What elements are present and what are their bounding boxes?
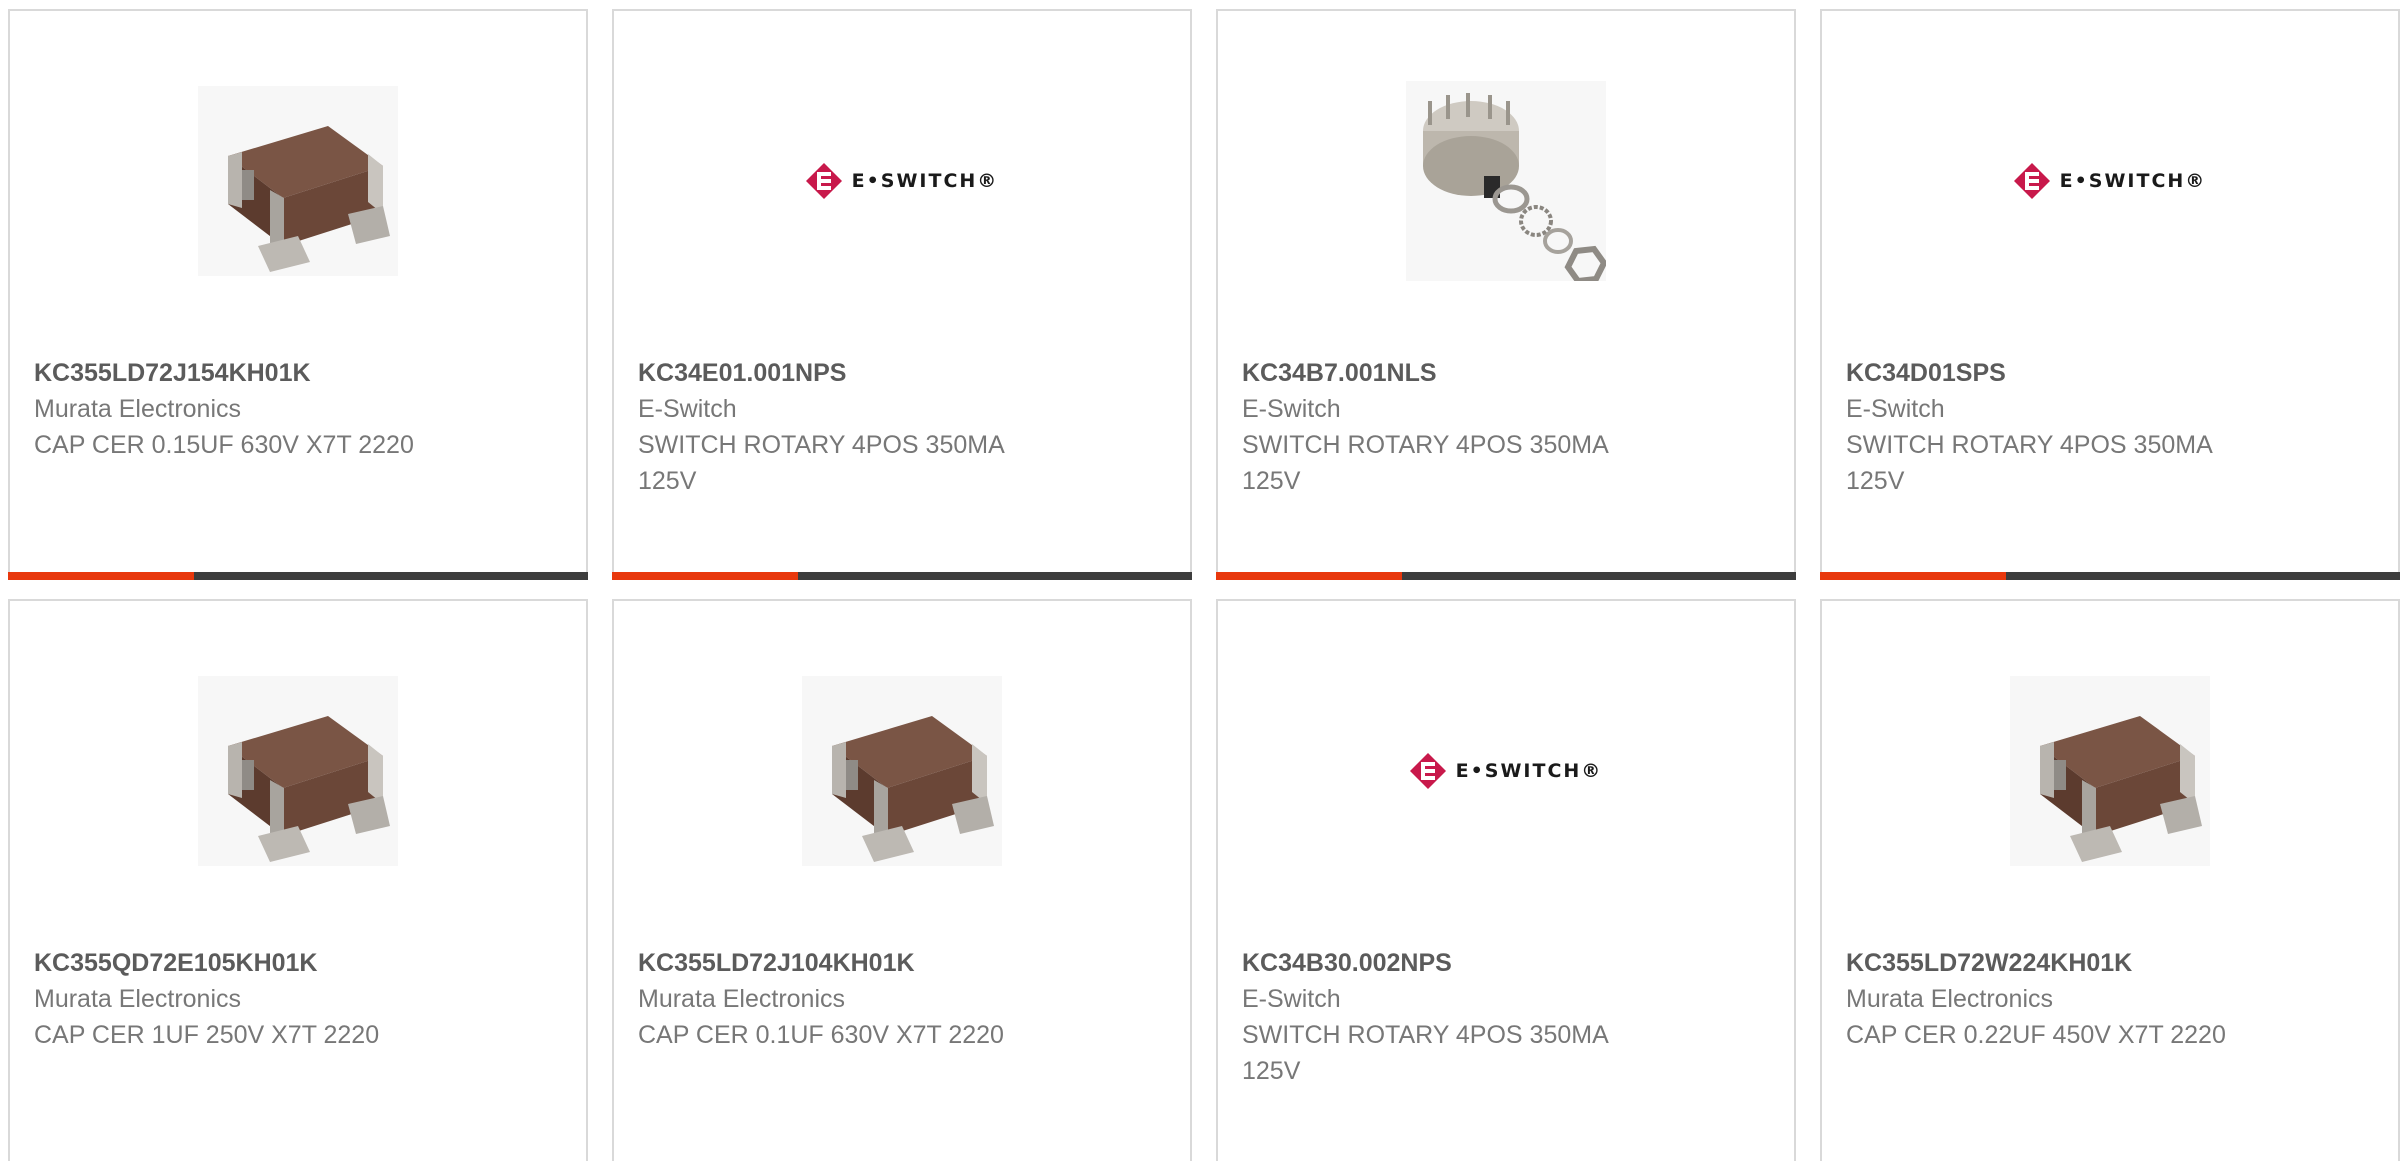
manufacturer: Murata Electronics [34,395,242,423]
description: SWITCH ROTARY 4POS 350MA 125V [1242,1021,1608,1085]
description: CAP CER 0.1UF 630V X7T 2220 [638,1021,1004,1049]
product-info: KC34B7.001NLS E-Switch SWITCH ROTARY 4PO… [1242,355,1770,499]
part-number[interactable]: KC355QD72E105KH01K [34,945,562,981]
product-thumbnail[interactable] [10,81,586,281]
manufacturer: E-Switch [638,395,737,423]
part-number[interactable]: KC355LD72J154KH01K [34,355,562,391]
eswitch-logo-mark-icon [805,163,842,199]
product-info: KC34E01.001NPS E-Switch SWITCH ROTARY 4P… [638,355,1166,499]
eswitch-logo-mark-icon [2013,163,2050,199]
capacitor-image [2010,676,2210,866]
eswitch-logo-text: E•SWITCH® [1455,760,1603,782]
manufacturer: E-Switch [1242,395,1341,423]
product-card[interactable]: E•SWITCH® KC34E01.001NPS E-Switch SWITCH… [612,9,1192,580]
product-info: KC355QD72E105KH01K Murata Electronics CA… [34,945,562,1053]
manufacturer: Murata Electronics [638,985,846,1013]
part-number[interactable]: KC34B7.001NLS [1242,355,1770,391]
card-accent-bar-fill [612,572,798,580]
product-card[interactable]: E•SWITCH® KC34D01SPS E-Switch SWITCH ROT… [1820,9,2400,580]
eswitch-logo-text: E•SWITCH® [851,170,999,192]
card-accent-bar [1820,572,2400,580]
part-number[interactable]: KC34B30.002NPS [1242,945,1770,981]
product-thumbnail[interactable] [1218,81,1794,281]
description: SWITCH ROTARY 4POS 350MA 125V [638,431,1004,495]
part-number[interactable]: KC355LD72W224KH01K [1846,945,2374,981]
card-accent-bar [1216,572,1796,580]
product-card[interactable]: E•SWITCH® KC34B30.002NPS E-Switch SWITCH… [1216,599,1796,1161]
capacitor-image [198,86,398,276]
card-accent-bar [8,572,588,580]
card-accent-bar [612,572,1192,580]
product-info: KC355LD72J154KH01K Murata Electronics CA… [34,355,562,463]
part-number[interactable]: KC34E01.001NPS [638,355,1166,391]
part-number[interactable]: KC34D01SPS [1846,355,2374,391]
manufacturer: Murata Electronics [34,985,242,1013]
description: CAP CER 0.22UF 450V X7T 2220 [1846,1021,2226,1049]
product-thumbnail[interactable]: E•SWITCH® [1218,671,1794,871]
manufacturer: E-Switch [1846,395,1945,423]
card-accent-bar-fill [1820,572,2006,580]
product-info: KC355LD72W224KH01K Murata Electronics CA… [1846,945,2374,1053]
manufacturer: E-Switch [1242,985,1341,1013]
card-accent-bar-fill [8,572,194,580]
rotary-switch-image [1406,81,1606,281]
eswitch-logo: E•SWITCH® [2013,163,2207,199]
product-thumbnail[interactable]: E•SWITCH® [1822,81,2398,281]
card-accent-bar-fill [1216,572,1402,580]
product-info: KC34B30.002NPS E-Switch SWITCH ROTARY 4P… [1242,945,1770,1089]
product-card[interactable]: KC355LD72J104KH01K Murata Electronics CA… [612,599,1192,1161]
description: CAP CER 0.15UF 630V X7T 2220 [34,431,414,459]
description: CAP CER 1UF 250V X7T 2220 [34,1021,380,1049]
product-card[interactable]: KC34B7.001NLS E-Switch SWITCH ROTARY 4PO… [1216,9,1796,580]
manufacturer: Murata Electronics [1846,985,2054,1013]
description: SWITCH ROTARY 4POS 350MA 125V [1846,431,2212,495]
product-thumbnail[interactable] [10,671,586,871]
product-card[interactable]: KC355QD72E105KH01K Murata Electronics CA… [8,599,588,1161]
product-thumbnail[interactable]: E•SWITCH® [614,81,1190,281]
product-info: KC355LD72J104KH01K Murata Electronics CA… [638,945,1166,1053]
description: SWITCH ROTARY 4POS 350MA 125V [1242,431,1608,495]
part-number[interactable]: KC355LD72J104KH01K [638,945,1166,981]
product-grid: KC355LD72J154KH01K Murata Electronics CA… [0,0,2400,1161]
eswitch-logo: E•SWITCH® [1409,753,1603,789]
product-thumbnail[interactable] [614,671,1190,871]
capacitor-image [198,676,398,866]
product-card[interactable]: KC355LD72J154KH01K Murata Electronics CA… [8,9,588,580]
product-thumbnail[interactable] [1822,671,2398,871]
product-card[interactable]: KC355LD72W224KH01K Murata Electronics CA… [1820,599,2400,1161]
eswitch-logo: E•SWITCH® [805,163,999,199]
eswitch-logo-text: E•SWITCH® [2059,170,2207,192]
capacitor-image [802,676,1002,866]
product-info: KC34D01SPS E-Switch SWITCH ROTARY 4POS 3… [1846,355,2374,499]
eswitch-logo-mark-icon [1409,753,1446,789]
